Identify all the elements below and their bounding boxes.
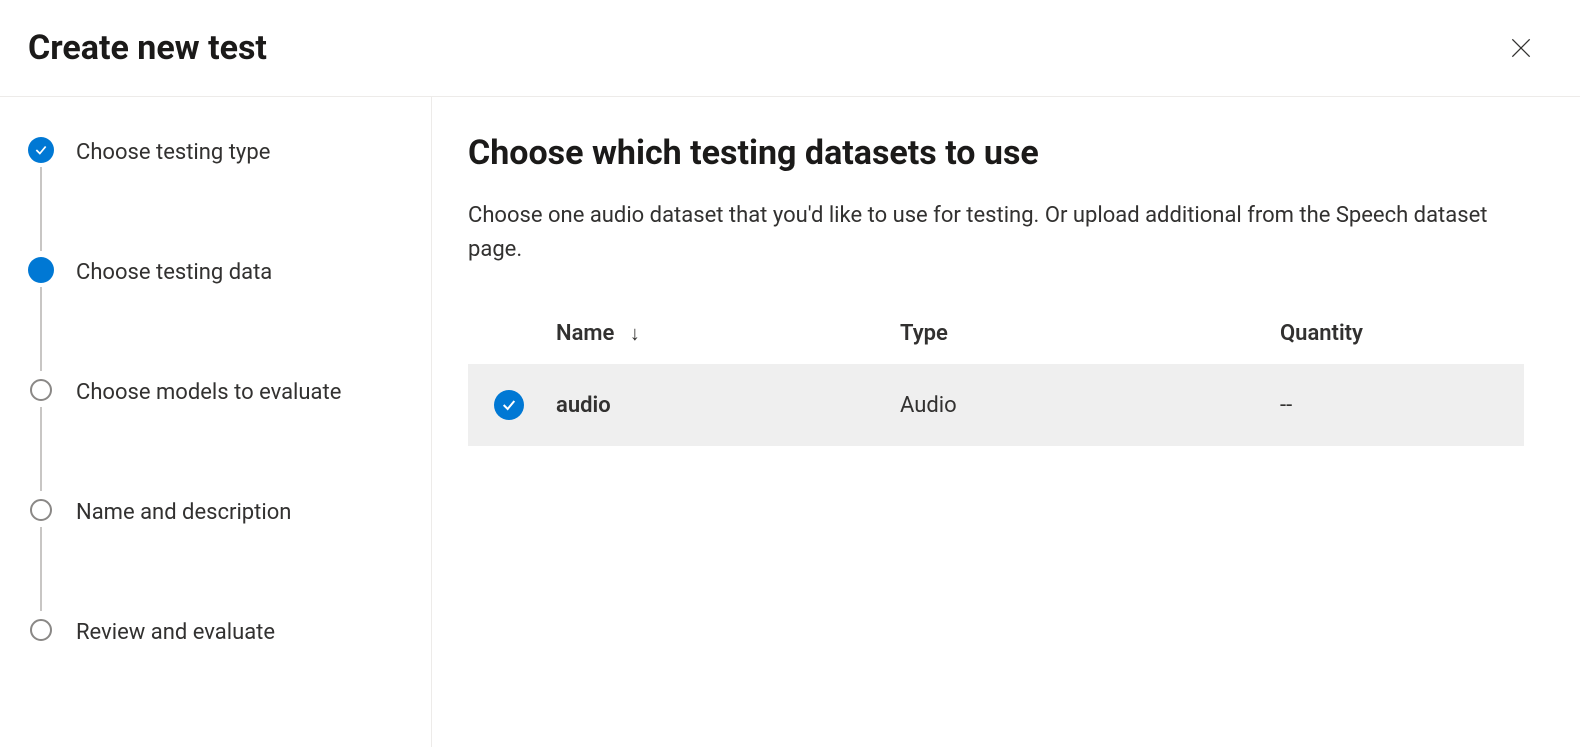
step-indicator-pending-icon	[30, 379, 52, 401]
content-title: Choose which testing datasets to use	[468, 133, 1524, 173]
column-header-select	[468, 303, 540, 364]
wizard-steps: Choose testing type Choose testing data …	[28, 137, 403, 648]
column-header-quantity-label: Quantity	[1280, 321, 1363, 346]
close-icon	[1508, 35, 1534, 61]
step-connector	[40, 527, 42, 611]
step-label: Choose testing type	[76, 137, 270, 169]
close-button[interactable]	[1502, 29, 1540, 67]
row-quantity-cell: --	[1264, 364, 1524, 446]
row-name-cell: audio	[540, 364, 884, 446]
step-label: Name and description	[76, 497, 291, 529]
table-header-row: Name ↓ Type Quantity	[468, 303, 1524, 364]
column-header-quantity[interactable]: Quantity	[1264, 303, 1524, 364]
step-connector	[40, 407, 42, 491]
step-indicator-completed-icon	[28, 137, 54, 163]
step-label: Review and evaluate	[76, 617, 275, 649]
step-indicator-pending-icon	[30, 619, 52, 641]
row-selected-check-icon	[494, 390, 524, 420]
wizard-content: Choose which testing datasets to use Cho…	[432, 97, 1580, 747]
step-label: Choose models to evaluate	[76, 377, 341, 409]
dialog-title: Create new test	[28, 28, 267, 68]
dataset-table: Name ↓ Type Quantity	[468, 303, 1524, 446]
step-label: Choose testing data	[76, 257, 272, 289]
wizard-step-choose-models-to-evaluate[interactable]: Choose models to evaluate	[28, 377, 403, 497]
row-type-cell: Audio	[884, 364, 1264, 446]
table-row[interactable]: audio Audio --	[468, 364, 1524, 446]
wizard-sidebar: Choose testing type Choose testing data …	[0, 97, 432, 747]
column-header-type[interactable]: Type	[884, 303, 1264, 364]
step-indicator-pending-icon	[30, 499, 52, 521]
content-description: Choose one audio dataset that you'd like…	[468, 199, 1488, 267]
wizard-step-name-and-description[interactable]: Name and description	[28, 497, 403, 617]
step-indicator-current-icon	[28, 257, 54, 283]
wizard-step-choose-testing-data[interactable]: Choose testing data	[28, 257, 403, 377]
column-header-type-label: Type	[900, 321, 948, 346]
column-header-name[interactable]: Name ↓	[540, 303, 884, 364]
step-connector	[40, 167, 42, 251]
step-connector	[40, 287, 42, 371]
wizard-step-review-and-evaluate[interactable]: Review and evaluate	[28, 617, 403, 649]
row-select-cell[interactable]	[468, 364, 540, 446]
wizard-step-choose-testing-type[interactable]: Choose testing type	[28, 137, 403, 257]
dialog-header: Create new test	[0, 0, 1580, 97]
column-header-name-label: Name	[556, 321, 614, 346]
sort-descending-icon: ↓	[630, 321, 640, 346]
dialog-body: Choose testing type Choose testing data …	[0, 97, 1580, 747]
